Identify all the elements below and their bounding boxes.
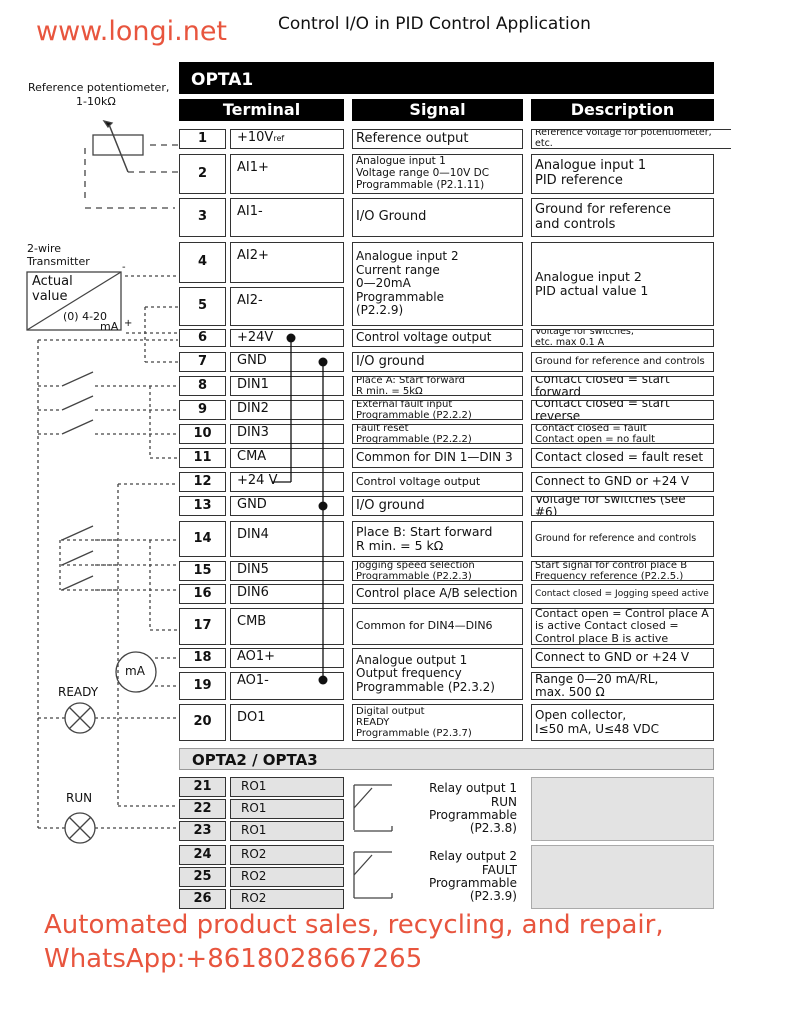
watermark-sales: Automated product sales, recycling, and …: [44, 910, 664, 940]
ma-label: mA: [100, 320, 119, 333]
run-label: RUN: [66, 791, 93, 805]
page: { "watermark_top": "www.longi.net", "tit…: [0, 0, 788, 1024]
plus-label: +: [124, 318, 133, 329]
watermark-whatsapp: WhatsApp:+8618028667265: [44, 944, 423, 974]
transmitter-label-2: Transmitter: [27, 255, 90, 268]
actual-label-1: Actual: [32, 274, 73, 289]
actual-label-2: value: [32, 289, 68, 304]
meter-label: mA: [125, 664, 145, 678]
ready-label: READY: [58, 685, 99, 699]
minus-label: -: [122, 262, 126, 273]
potentiometer-label: Reference potentiometer,: [28, 81, 170, 94]
transmitter-label-1: 2-wire: [27, 242, 62, 255]
wiring-diagram: [26, 119, 393, 899]
potentiometer-range: 1-10kΩ: [76, 95, 116, 108]
